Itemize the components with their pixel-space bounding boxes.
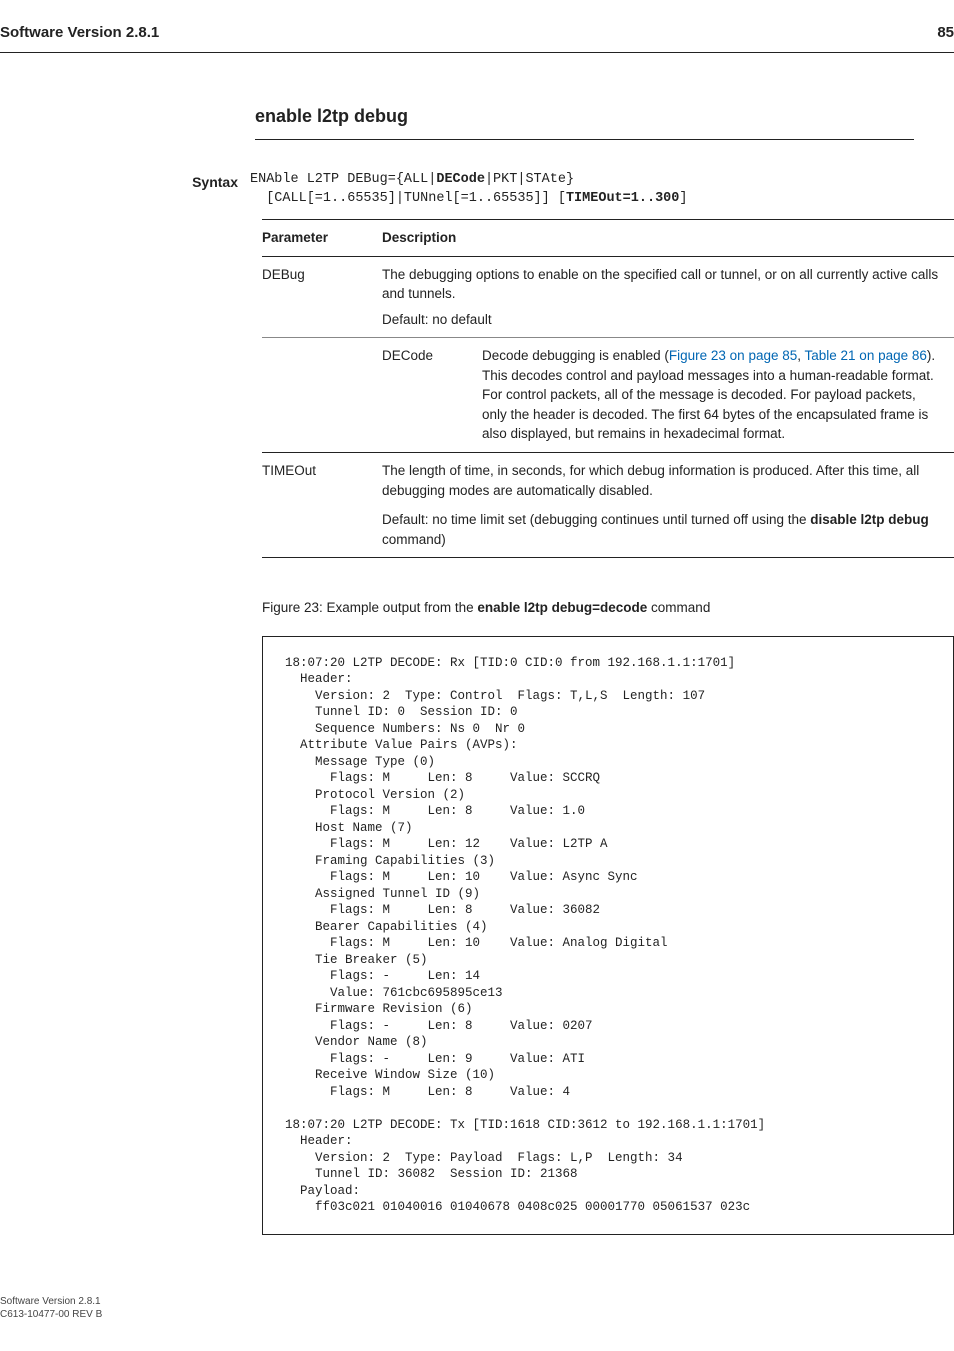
- th-parameter: Parameter: [262, 219, 382, 256]
- figure-caption: Figure 23: Example output from the enabl…: [262, 598, 914, 618]
- example-output: 18:07:20 L2TP DECODE: Rx [TID:0 CID:0 fr…: [262, 636, 954, 1235]
- syntax-line2-post: ]: [679, 191, 687, 206]
- syntax-line1-bold: DECode: [436, 172, 485, 187]
- command-heading: enable l2tp debug: [255, 103, 914, 140]
- param-debug: DEBug: [262, 256, 382, 338]
- param-timeout: TIMEOut: [262, 453, 382, 558]
- page-header: Software Version 2.8.1 85: [0, 0, 954, 53]
- footer-line2: C613-10477-00 REV B: [0, 1308, 954, 1321]
- syntax-label: Syntax: [110, 170, 250, 192]
- header-title: Software Version 2.8.1: [0, 22, 159, 44]
- syntax-line1-post: |PKT|STAte}: [485, 172, 574, 187]
- header-page-number: 85: [937, 22, 954, 44]
- syntax-line2-bold: TIMEOut=1..300: [566, 191, 679, 206]
- timeout-desc: The length of time, in seconds, for whic…: [382, 461, 942, 500]
- timeout-default: Default: no time limit set (debugging co…: [382, 510, 942, 549]
- link-table-21[interactable]: Table 21 on page 86: [805, 348, 927, 363]
- syntax-code: ENAble L2TP DEBug={ALL|DECode|PKT|STAte}…: [250, 170, 914, 209]
- syntax-line1-pre: ENAble L2TP DEBug={ALL|: [250, 172, 436, 187]
- th-description: Description: [382, 219, 954, 256]
- link-figure-23[interactable]: Figure 23 on page 85: [669, 348, 797, 363]
- page-footer: Software Version 2.8.1 C613-10477-00 REV…: [0, 1295, 954, 1321]
- parameter-table: Parameter Description DEBug The debuggin…: [262, 219, 954, 558]
- syntax-block: Syntax ENAble L2TP DEBug={ALL|DECode|PKT…: [110, 170, 914, 209]
- subparam-decode: DECode: [382, 338, 482, 453]
- debug-desc: The debugging options to enable on the s…: [382, 265, 942, 304]
- page-content: enable l2tp debug Syntax ENAble L2TP DEB…: [110, 53, 914, 1235]
- footer-line1: Software Version 2.8.1: [0, 1295, 954, 1308]
- debug-default: Default: no default: [382, 310, 942, 330]
- decode-desc: Decode debugging is enabled (Figure 23 o…: [482, 338, 954, 453]
- syntax-line2-pre: [CALL[=1..65535]|TUNnel[=1..65535]] [: [250, 191, 566, 206]
